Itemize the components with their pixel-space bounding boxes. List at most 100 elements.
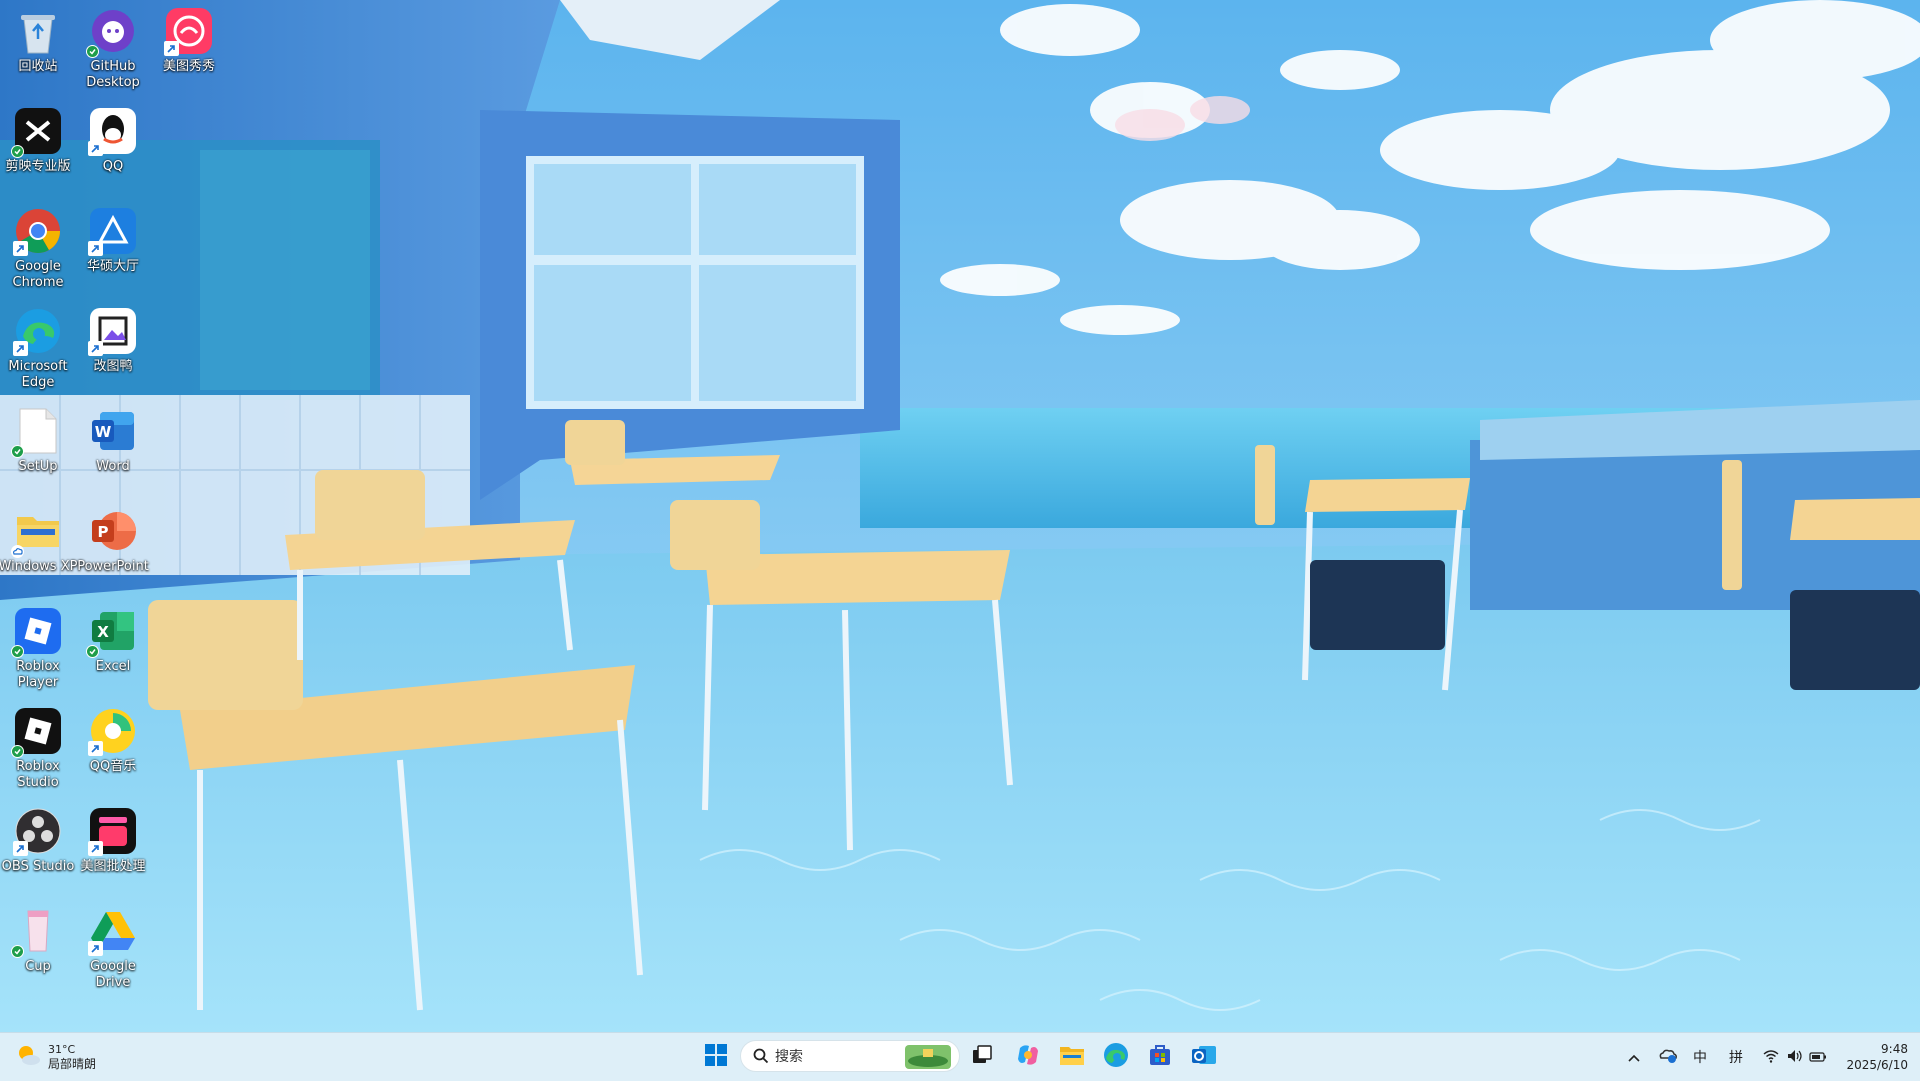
shortcut-arrow-icon: [13, 341, 28, 356]
meitu-icon: [164, 6, 214, 56]
desktop-icon-label: Cup: [25, 959, 51, 974]
onedrive-icon: [1658, 1046, 1678, 1068]
desktop-icon-label: GitHub Desktop: [86, 59, 140, 90]
desktop-icon-google-chrome[interactable]: Google Chrome: [0, 206, 78, 291]
google-drive-icon: [88, 906, 138, 956]
desktop-icon-cup[interactable]: Cup: [0, 906, 78, 975]
desktop-icon-gaituya[interactable]: 改图鸭: [73, 306, 153, 375]
roblox-player-icon: [11, 606, 63, 658]
cup-file-icon: [11, 906, 63, 958]
desktop-icon-label: Excel: [95, 659, 131, 674]
desktop-icon-label: Windows XP: [0, 559, 78, 574]
search-placeholder: 搜索: [775, 1049, 803, 1065]
edge-taskbar-button[interactable]: [1098, 1039, 1134, 1075]
desktop-icon-obs-studio[interactable]: OBS Studio: [0, 806, 78, 875]
chrome-icon: [13, 206, 63, 256]
shortcut-arrow-icon: [13, 841, 28, 856]
volume-icon: [1786, 1048, 1802, 1067]
qq-icon: [88, 106, 138, 156]
desktop-icon-asus-hub[interactable]: 华硕大厅: [73, 206, 153, 275]
roblox-studio-icon: [11, 706, 63, 758]
desktop-icon-label: PowerPoint: [77, 559, 149, 574]
desktop-icon-google-drive[interactable]: Google Drive: [73, 906, 153, 991]
desktop-icon-label: Roblox Player: [16, 659, 60, 690]
svg-text:X: X: [97, 623, 109, 641]
ime-mode-label: 拼: [1729, 1050, 1743, 1066]
desktop-icon-qq[interactable]: QQ: [73, 106, 153, 175]
gaituya-icon: [88, 306, 138, 356]
sync-check-icon: [11, 745, 24, 758]
desktop-icon-word[interactable]: W Word: [73, 406, 153, 475]
ime-language-button[interactable]: 中: [1684, 1039, 1716, 1075]
clock-time: 9:48: [1881, 1042, 1908, 1056]
battery-icon: [1809, 1048, 1827, 1067]
copilot-button[interactable]: [1010, 1039, 1046, 1075]
shortcut-arrow-icon: [88, 841, 103, 856]
desktop-icon-roblox-player[interactable]: Roblox Player: [0, 606, 78, 691]
desktop-icon-capcut[interactable]: 剪映专业版: [0, 106, 78, 175]
taskbar-search-box[interactable]: 搜索: [740, 1040, 960, 1072]
recycle-bin-icon: [13, 6, 63, 56]
desktop-icon-label: Microsoft Edge: [8, 359, 68, 390]
desktop-icon-github-desktop[interactable]: GitHub Desktop: [73, 6, 153, 91]
sync-check-icon: [11, 145, 24, 158]
weather-sun-icon: [14, 1041, 42, 1073]
edge-icon: [1103, 1042, 1129, 1072]
sync-check-icon: [11, 445, 24, 458]
start-icon: [704, 1043, 728, 1071]
wifi-icon: [1763, 1048, 1779, 1067]
sync-check-icon: [11, 945, 24, 958]
file-explorer-button[interactable]: [1054, 1039, 1090, 1075]
svg-text:P: P: [98, 523, 109, 541]
sync-check-icon: [11, 645, 24, 658]
store-icon: [1148, 1043, 1172, 1071]
desktop-icon-excel[interactable]: X Excel: [73, 606, 153, 675]
shortcut-arrow-icon: [13, 241, 28, 256]
desktop-icon-roblox-studio[interactable]: Roblox Studio: [0, 706, 78, 791]
show-hidden-icons-button[interactable]: [1616, 1039, 1652, 1075]
shortcut-arrow-icon: [164, 41, 179, 56]
shortcut-arrow-icon: [88, 241, 103, 256]
weather-widget[interactable]: 31°C 局部晴朗: [14, 1039, 96, 1075]
desktop-icon-windows-xp[interactable]: Windows XP: [0, 506, 78, 575]
desktop-icon-microsoft-edge[interactable]: Microsoft Edge: [0, 306, 78, 391]
edge-icon: [13, 306, 63, 356]
word-icon: W: [88, 406, 138, 456]
desktop-icon-label: 美图批处理: [80, 859, 146, 874]
file-explorer-icon: [1059, 1044, 1085, 1070]
desktop-icon-recycle-bin[interactable]: 回收站: [0, 6, 78, 75]
desktop-icon-qq-music[interactable]: QQ音乐: [73, 706, 153, 775]
wallpaper-art: [0, 0, 1920, 1032]
weather-temp: 31°C: [48, 1043, 76, 1056]
excel-icon: X: [86, 606, 138, 658]
desktop-icon-label: Google Drive: [90, 959, 136, 990]
desktop-icon-label: SetUp: [18, 459, 58, 474]
desktop-icon-label: OBS Studio: [1, 859, 75, 874]
desktop-icon-meitu[interactable]: 美图秀秀: [149, 6, 229, 75]
desktop-icon-label: Roblox Studio: [16, 759, 60, 790]
onedrive-status-button[interactable]: [1652, 1039, 1684, 1075]
setup-file-icon: [11, 406, 63, 458]
desktop-icon-meitu-batch[interactable]: 美图批处理: [73, 806, 153, 875]
qq-music-icon: [88, 706, 138, 756]
task-view-icon: [971, 1044, 993, 1070]
powerpoint-icon: P: [88, 506, 138, 556]
outlook-button[interactable]: [1186, 1039, 1222, 1075]
sync-check-icon: [86, 45, 99, 58]
quick-settings-button[interactable]: [1760, 1039, 1830, 1075]
desktop-icon-label: 改图鸭: [93, 359, 133, 374]
microsoft-store-button[interactable]: [1142, 1039, 1178, 1075]
shortcut-arrow-icon: [88, 141, 103, 156]
asus-hub-icon: [88, 206, 138, 256]
desktop-icon-setup[interactable]: SetUp: [0, 406, 78, 475]
clock[interactable]: 9:48 2025/6/10: [1832, 1039, 1908, 1075]
folder-icon: [11, 506, 63, 558]
ime-language-label: 中: [1693, 1050, 1707, 1066]
search-highlight-icon: [905, 1045, 951, 1073]
desktop-icon-label: 华硕大厅: [86, 259, 139, 274]
start-button[interactable]: [698, 1039, 734, 1075]
ime-mode-button[interactable]: 拼: [1720, 1039, 1752, 1075]
taskbar: 31°C 局部晴朗 搜索 中 拼 9:48 2025/6/10: [0, 1032, 1920, 1081]
desktop-icon-powerpoint[interactable]: P PowerPoint: [73, 506, 153, 575]
task-view-button[interactable]: [964, 1039, 1000, 1075]
